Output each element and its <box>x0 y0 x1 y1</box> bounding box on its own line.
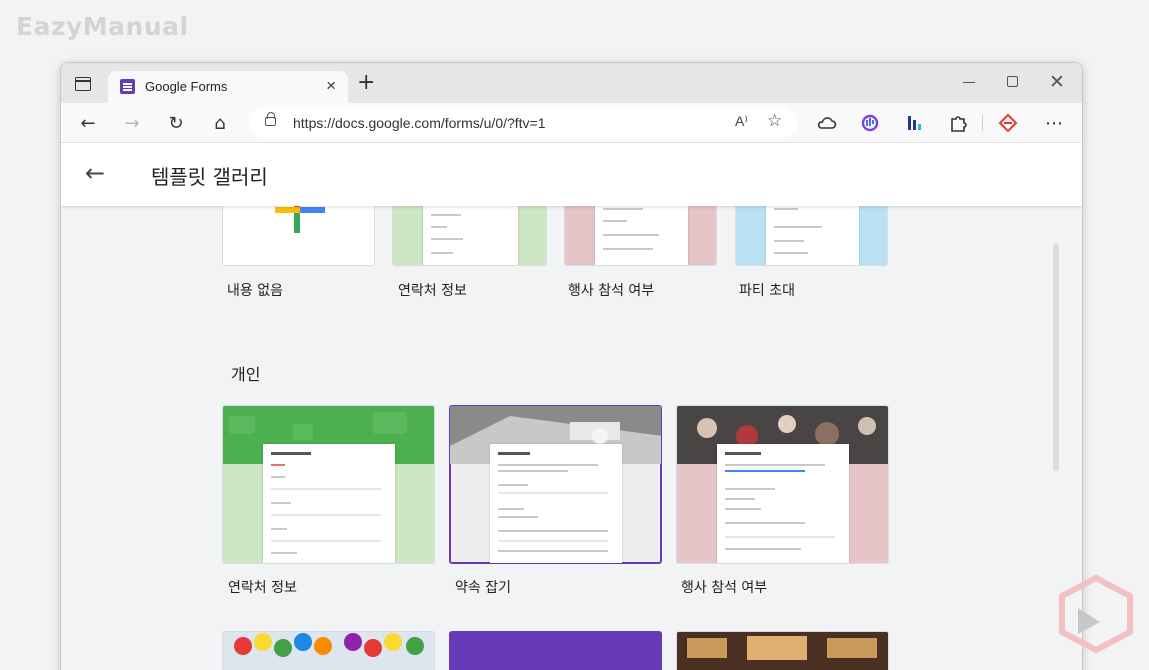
toolbar-separator <box>982 115 983 131</box>
template-card-contact[interactable] <box>222 405 435 564</box>
minimize-icon[interactable] <box>963 82 975 83</box>
section-title: 개인 <box>231 365 261 384</box>
vertical-tabs-icon[interactable] <box>75 77 91 91</box>
address-bar[interactable]: https://docs.google.com/forms/u/0/?ftv=1… <box>249 107 797 139</box>
scrollbar[interactable] <box>1053 243 1059 471</box>
template-label-blank: 내용 없음 <box>227 283 283 299</box>
gallery-header: ← 템플릿 갤러리 <box>61 143 1082 206</box>
template-label-rsvp: 행사 참석 여부 <box>681 580 768 596</box>
puzzle-icon[interactable] <box>945 110 971 136</box>
watermark-text: EazyManual <box>16 12 189 41</box>
template-label-rsvp: 행사 참석 여부 <box>568 283 655 299</box>
more-icon[interactable]: ⋯ <box>1041 110 1067 136</box>
watermark-logo-icon <box>1059 574 1133 654</box>
template-preview <box>717 444 849 563</box>
lock-icon[interactable] <box>265 112 276 126</box>
browser-tab[interactable]: Google Forms × <box>108 71 348 103</box>
back-arrow-icon[interactable]: ← <box>85 159 105 187</box>
forms-page: ← 템플릿 갤러리 내용 없음 연락처 정보 행사 참석 여부 파티 초대 개인… <box>61 143 1082 670</box>
read-aloud-icon[interactable]: A⁾ <box>735 113 748 130</box>
maximize-icon[interactable] <box>1007 76 1018 87</box>
plus-icon[interactable]: + <box>357 72 375 94</box>
close-icon[interactable]: × <box>326 77 336 95</box>
tab-title: Google Forms <box>145 79 228 94</box>
bar-extension-icon[interactable] <box>901 110 927 136</box>
venue-photo <box>677 632 888 670</box>
url-text[interactable]: https://docs.google.com/forms/u/0/?ftv=1 <box>293 115 546 131</box>
balloons-photo <box>223 632 434 670</box>
page-title: 템플릿 갤러리 <box>151 165 268 189</box>
template-label-party: 파티 초대 <box>739 283 795 299</box>
browser-toolbar: ← → ↻ ⌂ https://docs.google.com/forms/u/… <box>61 103 1082 143</box>
template-label-contact: 연락처 정보 <box>398 283 467 299</box>
back-arrow-icon[interactable]: ← <box>75 110 101 136</box>
browser-window: Google Forms × + ✕ ← → ↻ ⌂ https://docs.… <box>60 62 1083 670</box>
cloud-icon[interactable] <box>813 110 839 136</box>
template-card-event-photo[interactable] <box>676 631 889 670</box>
template-preview <box>263 444 395 563</box>
template-label-schedule: 약속 잡기 <box>455 580 511 596</box>
shield-extension-icon[interactable] <box>995 110 1021 136</box>
template-preview <box>490 444 622 563</box>
link-extension-icon[interactable] <box>857 110 883 136</box>
template-card-rsvp[interactable] <box>676 405 889 564</box>
home-icon[interactable]: ⌂ <box>207 110 233 136</box>
window-close-icon[interactable]: ✕ <box>1049 71 1065 93</box>
title-bar: Google Forms × + ✕ <box>61 63 1082 103</box>
forward-arrow-icon[interactable]: → <box>119 110 145 136</box>
template-card-purple[interactable] <box>449 631 662 670</box>
template-card-party-photo[interactable] <box>222 631 435 670</box>
template-card-schedule[interactable] <box>449 405 662 564</box>
refresh-icon[interactable]: ↻ <box>163 110 189 136</box>
template-label-contact: 연락처 정보 <box>228 580 297 596</box>
google-forms-icon <box>120 79 135 94</box>
add-favorite-icon[interactable]: ☆ <box>767 111 782 131</box>
